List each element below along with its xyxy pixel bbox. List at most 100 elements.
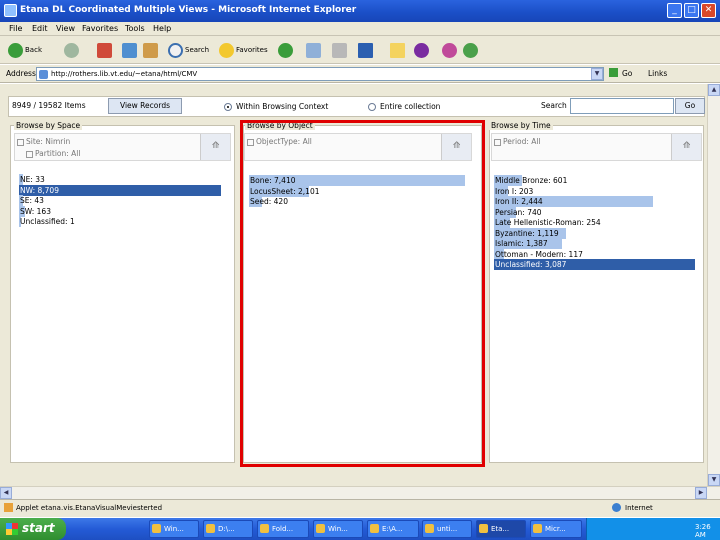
time-row[interactable]: Byzantine: 1,119	[494, 227, 695, 239]
space-row-label: SW: 163	[20, 206, 51, 216]
time-row[interactable]: Iron II: 2,444	[494, 196, 695, 207]
time-filter-box: Period: All ⟰	[491, 133, 702, 161]
search-go-button[interactable]: Go	[675, 98, 705, 114]
view-records-button[interactable]: View Records	[108, 98, 182, 114]
favorites-button[interactable]: Favorites	[219, 40, 268, 60]
messenger-icon	[442, 42, 457, 58]
stop-button[interactable]	[97, 40, 112, 60]
checkbox-icon[interactable]	[494, 138, 501, 146]
time-row[interactable]: Late Hellenistic-Roman: 254	[494, 217, 695, 228]
space-row-label: SE: 43	[20, 196, 44, 205]
refresh-button[interactable]	[122, 40, 137, 60]
time-pivot-button[interactable]: ⟰	[671, 134, 701, 160]
stop-icon	[97, 42, 112, 58]
back-button[interactable]: Back	[8, 40, 42, 60]
task-button-5[interactable]: E:\A...	[367, 520, 419, 538]
task-button-6[interactable]: unti...	[422, 520, 472, 538]
horizontal-scrollbar[interactable]: ◀ ▶	[0, 486, 720, 499]
search-button[interactable]: Search	[168, 40, 209, 60]
minimize-button[interactable]: _	[667, 3, 682, 18]
space-row[interactable]: Unclassified: 1	[19, 216, 221, 227]
menu-edit[interactable]: Edit	[32, 24, 48, 33]
window-title-bar[interactable]: Etana DL Coordinated Multiple Views - Mi…	[0, 0, 720, 22]
time-row[interactable]: Ottoman - Modern: 117	[494, 248, 695, 260]
maximize-button[interactable]: □	[684, 3, 699, 18]
vertical-scrollbar[interactable]: ▲ ▼	[707, 84, 720, 486]
address-dropdown-icon[interactable]: ▼	[591, 68, 603, 80]
task-button-7[interactable]: Eta...	[476, 520, 526, 538]
menu-tools[interactable]: Tools	[125, 24, 145, 33]
word-icon	[358, 42, 373, 58]
time-row-label: Persian: 740	[495, 207, 542, 217]
time-row[interactable]: Persian: 740	[494, 206, 695, 218]
time-row-label: Byzantine: 1,119	[495, 228, 559, 238]
address-input[interactable]: http://rothers.lib.vt.edu/~etana/html/CM…	[36, 67, 604, 81]
discuss-button[interactable]	[390, 40, 405, 60]
menu-view[interactable]: View	[56, 24, 75, 33]
time-row[interactable]: Unclassified: 3,087	[494, 259, 695, 270]
go-button[interactable]: Go	[622, 69, 632, 78]
highlight-frame	[240, 120, 485, 467]
menu-file[interactable]: File	[9, 24, 22, 33]
menu-help[interactable]: Help	[153, 24, 171, 33]
radio-entire-collection[interactable]	[368, 103, 376, 111]
messenger-button[interactable]	[442, 40, 457, 60]
status-text: Applet etana.vis.EtanaVisualMeviesterted	[16, 504, 163, 512]
time-filter-period: Period: All	[494, 137, 541, 146]
space-row-label: NE: 33	[20, 175, 45, 184]
time-row[interactable]: Islamic: 1,387	[494, 238, 695, 249]
print-button[interactable]	[332, 40, 347, 60]
space-row[interactable]: NW: 8,709	[19, 184, 221, 196]
contacts-button[interactable]	[463, 40, 478, 60]
task-button-1[interactable]: Win...	[149, 520, 199, 538]
task-button-8[interactable]: Micr...	[530, 520, 582, 538]
edit-button[interactable]	[358, 40, 373, 60]
toolbar: Back Search Favorites	[0, 36, 720, 64]
time-panel-title: Browse by Time	[489, 121, 553, 130]
window-title: Etana DL Coordinated Multiple Views - Mi…	[20, 5, 357, 15]
links-button[interactable]: Links	[648, 69, 667, 78]
menu-favorites[interactable]: Favorites	[82, 24, 118, 33]
yahoo-button[interactable]	[414, 40, 429, 60]
space-pivot-button[interactable]: ⟰	[200, 134, 230, 160]
time-row-label: Iron II: 2,444	[495, 197, 543, 206]
checkbox-icon[interactable]	[26, 150, 33, 158]
space-filter-site: Site: Nimrin	[17, 137, 70, 146]
search-input[interactable]	[570, 98, 674, 114]
scroll-down-icon[interactable]: ▼	[708, 474, 720, 486]
scroll-up-icon[interactable]: ▲	[708, 84, 720, 96]
forward-button[interactable]	[64, 40, 79, 60]
space-row-label: Unclassified: 1	[20, 217, 75, 226]
search-label: Search	[541, 101, 567, 110]
applet-icon	[4, 503, 13, 512]
refresh-icon	[122, 42, 137, 58]
scroll-right-icon[interactable]: ▶	[695, 487, 707, 499]
time-row-label: Islamic: 1,387	[495, 239, 548, 248]
close-button[interactable]: ✕	[701, 3, 716, 18]
start-button[interactable]: start	[0, 518, 66, 540]
history-icon	[278, 42, 293, 58]
time-row[interactable]: Iron I: 203	[494, 185, 695, 197]
time-row[interactable]: Middle Bronze: 601	[494, 175, 695, 186]
home-button[interactable]	[143, 40, 158, 60]
menu-bar: File Edit View Favorites Tools Help	[0, 22, 720, 36]
radio-within-context[interactable]	[224, 103, 232, 111]
task-button-2[interactable]: D:\...	[203, 520, 253, 538]
radio-entire-label: Entire collection	[380, 102, 441, 111]
scroll-left-icon[interactable]: ◀	[0, 487, 12, 499]
mail-button[interactable]	[306, 40, 321, 60]
history-button[interactable]	[278, 40, 293, 60]
radio-within-label: Within Browsing Context	[236, 102, 329, 111]
space-row[interactable]: SW: 163	[19, 205, 221, 217]
users-icon	[463, 42, 478, 58]
star-icon	[219, 42, 234, 58]
checkbox-icon[interactable]	[17, 138, 24, 146]
yahoo-icon	[414, 42, 429, 58]
task-button-3[interactable]: Fold...	[257, 520, 309, 538]
task-button-4[interactable]: Win...	[313, 520, 363, 538]
windows-logo-icon	[6, 523, 18, 535]
space-filter-box: Site: Nimrin Partition: All ⟰	[14, 133, 231, 161]
space-row[interactable]: SE: 43	[19, 195, 221, 206]
space-row[interactable]: NE: 33	[19, 174, 221, 185]
go-arrow-icon	[609, 68, 618, 77]
